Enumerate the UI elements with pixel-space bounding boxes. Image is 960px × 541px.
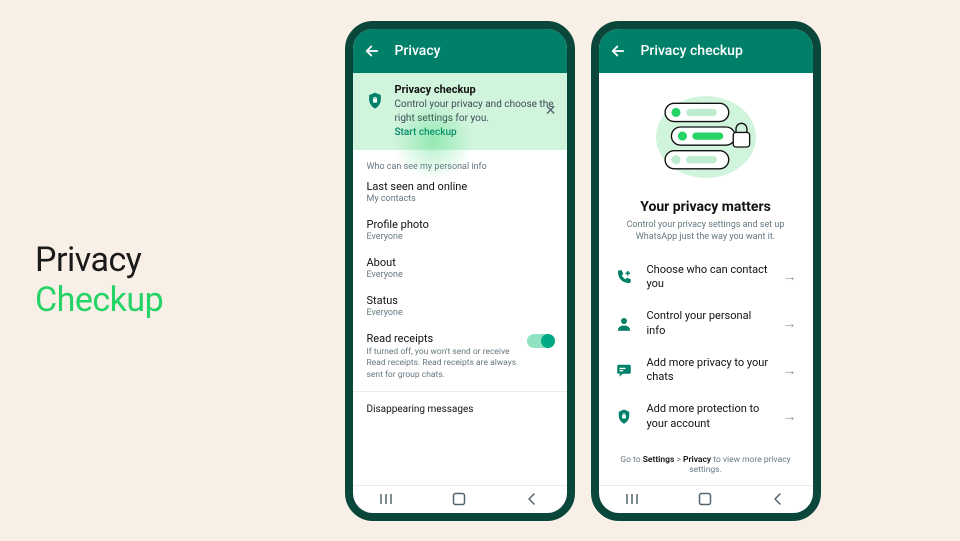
option-contact[interactable]: Choose who can contact you → — [615, 254, 797, 301]
section-header: Who can see my personal info — [367, 162, 553, 172]
banner-body: Privacy checkup Control your privacy and… — [395, 83, 555, 140]
nav-home-icon[interactable] — [451, 491, 467, 507]
setting-label: Read receipts — [367, 332, 519, 345]
option-label: Add more privacy to your chats — [647, 356, 769, 385]
option-personal-info[interactable]: Control your personal info → — [615, 300, 797, 347]
setting-read-receipts[interactable]: Read receipts If turned off, you won't s… — [367, 332, 553, 381]
setting-label: Last seen and online — [367, 180, 553, 193]
setting-label: About — [367, 256, 553, 269]
nav-home-icon[interactable] — [697, 491, 713, 507]
lock-shield-icon — [365, 91, 385, 111]
setting-last-seen[interactable]: Last seen and online My contacts — [367, 180, 553, 204]
setting-profile-photo[interactable]: Profile photo Everyone — [367, 218, 553, 242]
option-chats-privacy[interactable]: Add more privacy to your chats → — [615, 347, 797, 394]
lock-shield-icon — [615, 408, 633, 426]
option-label: Control your personal info — [647, 309, 769, 338]
setting-value: Everyone — [367, 308, 553, 318]
footnote-text: > — [674, 455, 683, 465]
divider — [353, 391, 567, 392]
phone-plus-icon — [615, 268, 633, 286]
setting-label: Status — [367, 294, 553, 307]
footnote-text: Go to — [620, 455, 642, 465]
setting-about[interactable]: About Everyone — [367, 256, 553, 280]
chevron-right-icon: → — [783, 315, 797, 332]
nav-recent-icon[interactable] — [380, 491, 396, 507]
footnote-settings: Settings — [643, 455, 675, 465]
close-icon[interactable]: ✕ — [545, 104, 557, 118]
nav-back-icon[interactable] — [769, 491, 785, 507]
hero-title: Your privacy matters — [599, 199, 813, 215]
promo-line1: Privacy — [35, 240, 163, 280]
setting-value: My contacts — [367, 194, 553, 204]
setting-value: Everyone — [367, 232, 553, 242]
nav-recent-icon[interactable] — [626, 491, 642, 507]
setting-status[interactable]: Status Everyone — [367, 294, 553, 318]
promo-line2: Checkup — [35, 280, 163, 320]
option-account-protection[interactable]: Add more protection to your account → — [615, 393, 797, 440]
appbar-title: Privacy checkup — [641, 43, 743, 59]
promo-title: Privacy Checkup — [35, 240, 163, 320]
appbar: Privacy checkup — [599, 29, 813, 73]
banner-title: Privacy checkup — [395, 83, 555, 98]
back-arrow-icon[interactable] — [609, 42, 627, 60]
start-checkup-link[interactable]: Start checkup — [395, 126, 555, 140]
back-arrow-icon[interactable] — [363, 42, 381, 60]
setting-desc: If turned off, you won't send or receive… — [367, 347, 519, 381]
chat-icon — [615, 361, 633, 379]
footnote-privacy: Privacy — [683, 455, 711, 465]
setting-label: Profile photo — [367, 218, 553, 231]
option-label: Add more protection to your account — [647, 402, 769, 431]
hero-illustration — [599, 73, 813, 193]
banner-text: Control your privacy and choose the righ… — [395, 98, 555, 125]
hero-subtitle: Control your privacy settings and set up… — [599, 215, 813, 254]
android-navbar — [353, 485, 567, 513]
settings-list[interactable]: Who can see my personal info Last seen a… — [353, 150, 567, 485]
nav-back-icon[interactable] — [523, 491, 539, 507]
android-navbar — [599, 485, 813, 513]
appbar: Privacy — [353, 29, 567, 73]
toggle-switch[interactable] — [527, 334, 553, 348]
chevron-right-icon: → — [783, 408, 797, 425]
footnote: Go to Settings > Privacy to view more pr… — [599, 445, 813, 485]
setting-disappearing[interactable]: Disappearing messages — [367, 400, 553, 419]
phone-privacy-checkup: Privacy checkup Your — [591, 21, 821, 521]
option-label: Choose who can contact you — [647, 263, 769, 292]
setting-value: Everyone — [367, 270, 553, 280]
chevron-right-icon: → — [783, 362, 797, 379]
person-icon — [615, 315, 633, 333]
privacy-checkup-banner[interactable]: Privacy checkup Control your privacy and… — [353, 73, 567, 150]
checkup-options: Choose who can contact you → Control you… — [599, 254, 813, 440]
appbar-title: Privacy — [395, 43, 441, 59]
phone-privacy-settings: Privacy Privacy checkup Control your pri… — [345, 21, 575, 521]
chevron-right-icon: → — [783, 268, 797, 285]
